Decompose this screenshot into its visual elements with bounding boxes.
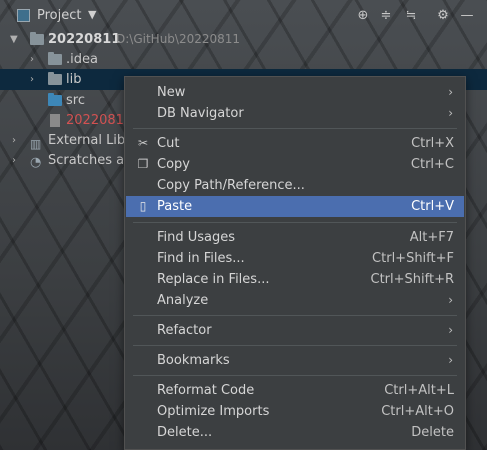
copy-icon: ❐ — [137, 157, 149, 171]
file-icon — [50, 114, 60, 127]
menu-item-copy[interactable]: ❐ Copy Ctrl+C — [126, 154, 464, 175]
chevron-down-icon[interactable]: ▼ — [88, 8, 96, 21]
project-window-icon — [17, 9, 30, 22]
menu-item-label: Cut — [157, 136, 180, 151]
menu-separator — [133, 375, 457, 376]
menu-item-label: Reformat Code — [157, 383, 255, 398]
menu-item-label: DB Navigator — [157, 106, 244, 121]
chevron-down-icon[interactable]: ▼ — [10, 29, 18, 50]
menu-item-replace-in-files[interactable]: Replace in Files... Ctrl+Shift+R — [126, 269, 464, 290]
chevron-right-icon[interactable]: › — [30, 69, 34, 90]
menu-item-label: Refactor — [157, 323, 212, 338]
root-path: D:\GitHub\20220811 — [116, 32, 241, 46]
menu-item-paste[interactable]: ▯ Paste Ctrl+V — [126, 196, 464, 217]
chevron-right-icon[interactable]: › — [30, 49, 34, 70]
hide-icon[interactable]: — — [458, 7, 476, 25]
shortcut: Delete — [411, 425, 454, 440]
shortcut: Ctrl+Shift+R — [370, 272, 455, 287]
menu-item-label: Analyze — [157, 293, 209, 308]
menu-item-analyze[interactable]: Analyze › — [126, 290, 464, 311]
chevron-right-icon: › — [448, 293, 453, 307]
menu-item-delete[interactable]: Delete... Delete — [126, 422, 464, 443]
tree-root[interactable]: ▼ 20220811 D:\GitHub\20220811 — [0, 29, 487, 50]
chevron-right-icon: › — [448, 323, 453, 337]
tree-item-label: .idea — [66, 52, 98, 67]
scratches-icon: ◔ — [30, 155, 42, 170]
menu-item-copy-path[interactable]: Copy Path/Reference... — [126, 175, 464, 196]
menu-separator — [133, 128, 457, 129]
shortcut: Ctrl+X — [411, 136, 454, 151]
root-name: 20220811 — [48, 32, 121, 47]
shortcut: Ctrl+Shift+F — [372, 251, 454, 266]
shortcut: Ctrl+Alt+O — [381, 404, 454, 419]
scissors-icon: ✂ — [137, 136, 149, 150]
clipboard-icon: ▯ — [139, 199, 147, 213]
menu-item-label: Delete... — [157, 425, 213, 440]
menu-item-label: Find in Files... — [157, 251, 245, 266]
tree-item-label: src — [66, 93, 85, 108]
menu-item-label: Optimize Imports — [157, 404, 270, 419]
menu-item-label: Copy — [157, 157, 190, 172]
menu-item-reformat-code[interactable]: Reformat Code Ctrl+Alt+L — [126, 380, 464, 401]
folder-icon — [48, 72, 62, 85]
menu-item-db-navigator[interactable]: DB Navigator › — [126, 103, 464, 124]
shortcut: Ctrl+Alt+L — [384, 383, 454, 398]
locate-icon[interactable]: ⊕ — [354, 7, 372, 25]
gear-icon[interactable]: ⚙ — [434, 7, 452, 25]
shortcut: Alt+F7 — [409, 230, 454, 245]
menu-item-cut[interactable]: ✂ Cut Ctrl+X — [126, 133, 464, 154]
project-toolbar: Project ▼ ⊕ ≑ ≒ ⚙ — — [0, 0, 487, 32]
menu-item-optimize-imports[interactable]: Optimize Imports Ctrl+Alt+O — [126, 401, 464, 422]
menu-separator — [133, 222, 457, 223]
shortcut: Ctrl+V — [411, 199, 454, 214]
tree-item-label: lib — [66, 72, 82, 87]
menu-item-find-usages[interactable]: Find Usages Alt+F7 — [126, 227, 464, 248]
menu-item-new[interactable]: New › — [126, 82, 464, 103]
module-folder-icon — [30, 32, 44, 45]
folder-icon — [48, 52, 62, 65]
tree-item-label: 20220811 — [66, 113, 133, 128]
project-title[interactable]: Project — [37, 8, 81, 23]
expand-all-icon[interactable]: ≑ — [377, 7, 395, 25]
chevron-right-icon: › — [448, 106, 453, 120]
menu-separator — [133, 315, 457, 316]
menu-item-label: Paste — [157, 199, 193, 214]
menu-item-label: New — [157, 85, 186, 100]
shortcut: Ctrl+C — [410, 157, 454, 172]
menu-separator — [133, 345, 457, 346]
menu-item-refactor[interactable]: Refactor › — [126, 320, 464, 341]
chevron-right-icon: › — [448, 85, 453, 99]
menu-item-label: Replace in Files... — [157, 272, 270, 287]
menu-item-label: Bookmarks — [157, 353, 230, 368]
context-menu: New › DB Navigator › ✂ Cut Ctrl+X ❐ Copy… — [124, 76, 466, 450]
menu-item-bookmarks[interactable]: Bookmarks › — [126, 350, 464, 371]
chevron-right-icon: › — [448, 353, 453, 367]
source-folder-icon — [48, 93, 62, 106]
menu-item-find-in-files[interactable]: Find in Files... Ctrl+Shift+F — [126, 248, 464, 269]
chevron-right-icon[interactable]: › — [12, 150, 16, 171]
chevron-right-icon[interactable]: › — [12, 130, 16, 151]
menu-item-label: Copy Path/Reference... — [157, 178, 305, 193]
menu-item-label: Find Usages — [157, 230, 236, 245]
collapse-all-icon[interactable]: ≒ — [402, 7, 420, 25]
tree-item-idea[interactable]: › .idea — [0, 49, 487, 70]
